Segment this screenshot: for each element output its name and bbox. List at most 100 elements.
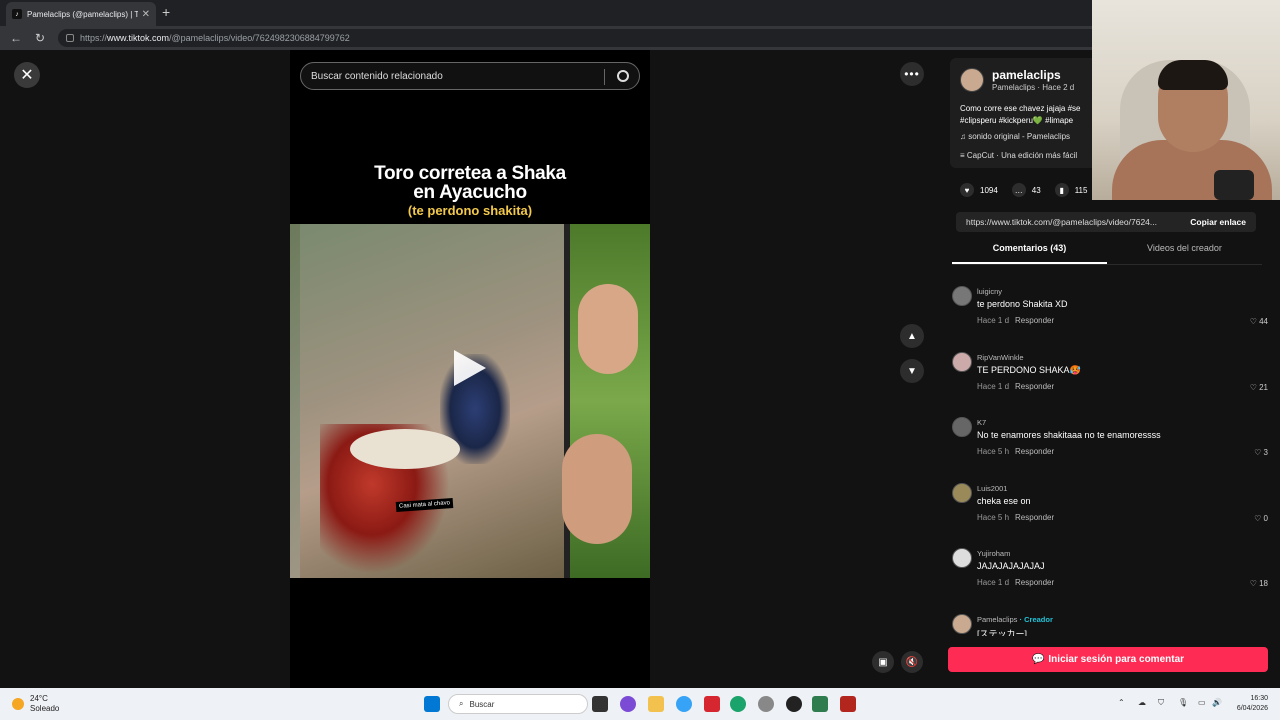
app-icon[interactable] [812, 696, 828, 712]
comment-like[interactable]: ♡ 0 [1254, 514, 1268, 523]
url-field[interactable]: https://www.tiktok.com/@pamelaclips/vide… [58, 29, 1108, 47]
volume-icon[interactable]: 🔊 [1212, 698, 1222, 707]
app-icon[interactable] [840, 696, 856, 712]
share-link[interactable]: https://www.tiktok.com/@pamelaclips/vide… [966, 217, 1157, 227]
comment-meta: Hace 1 d Responder [977, 578, 1054, 587]
reply-button[interactable]: Responder [1015, 382, 1054, 391]
taskbar-search-label: Buscar [469, 699, 495, 709]
chevron-up-icon[interactable]: ⌃ [1118, 698, 1125, 707]
app-icon[interactable] [620, 696, 636, 712]
chevron-up-icon[interactable]: ▲ [900, 324, 924, 348]
sun-icon [12, 698, 24, 710]
edge-browser-icon[interactable] [730, 696, 746, 712]
video-frame[interactable]: Casi mata al chavo [290, 224, 650, 578]
capcut-link[interactable]: ≡ CapCut · Una edición más fácil [960, 151, 1077, 160]
browser-tab-bar: ♪ Pamelaclips (@pamelaclips) | TikTo ✕ + [0, 0, 1280, 26]
video-title: Toro corretea a Shaka en Ayacucho [290, 164, 650, 202]
comment-user[interactable]: Pamelaclips · Creador [977, 615, 1053, 624]
search-separator [604, 69, 605, 85]
app-icon[interactable] [758, 696, 774, 712]
copy-link-button[interactable]: Copiar enlace [1190, 217, 1246, 227]
browser-tab[interactable]: ♪ Pamelaclips (@pamelaclips) | TikTo ✕ [6, 2, 156, 26]
more-icon[interactable]: ••• [900, 62, 924, 86]
play-icon[interactable] [454, 350, 486, 386]
clock-date: 6/04/2026 [1236, 705, 1268, 712]
avatar[interactable] [952, 351, 972, 372]
reload-icon[interactable]: ↻ [32, 31, 48, 45]
file-explorer-icon[interactable] [648, 696, 664, 712]
new-tab-button[interactable]: + [162, 4, 170, 20]
author-subline: Pamelaclips · Hace 2 d [992, 83, 1075, 92]
music-link[interactable]: ♫ sonido original - Pamelaclips [960, 132, 1070, 141]
avatar[interactable] [952, 613, 972, 634]
login-to-comment-button[interactable]: 💬 Iniciar sesión para comentar [948, 647, 1268, 672]
mute-icon[interactable]: 🔇 [901, 651, 923, 673]
microphone-icon [1214, 170, 1254, 200]
save-button[interactable]: ▮ 115 [1054, 183, 1087, 197]
author-username[interactable]: pamelaclips [992, 68, 1061, 82]
comment-text: te perdono Shakita XD [977, 299, 1068, 309]
chevron-down-icon[interactable]: ▼ [900, 359, 924, 383]
search-icon[interactable] [617, 70, 629, 82]
comment-item: K7 No te enamores shakitaaa no te enamor… [952, 417, 1268, 483]
comment-like[interactable]: ♡ 18 [1250, 579, 1268, 588]
avatar[interactable] [952, 548, 972, 569]
task-view-icon[interactable] [592, 696, 608, 712]
comment-time: Hace 1 d [977, 578, 1010, 588]
avatar[interactable] [960, 68, 984, 92]
comment-button[interactable]: … 43 [1011, 183, 1041, 197]
related-search-input[interactable]: Buscar contenido relacionado [300, 62, 640, 90]
microphone-icon[interactable]: 🎙 [1178, 698, 1188, 707]
heart-icon: ♥ [960, 183, 974, 197]
comment-user[interactable]: K7 [977, 418, 986, 427]
network-icon[interactable]: ▭ [1198, 698, 1206, 707]
clock[interactable]: 16:30 6/04/2026 [1237, 694, 1268, 714]
like-button[interactable]: ♥ 1094 [960, 183, 998, 197]
tab-title: Pamelaclips (@pamelaclips) | TikTo [27, 9, 138, 19]
login-button-label: Iniciar sesión para comentar [1048, 654, 1185, 665]
windows-taskbar: 24°C Soleado ⌕ Buscar ⌃ ☁ ⛉ 🎙 ▭ 🔊 16:30 … [0, 688, 1280, 720]
close-icon[interactable]: ✕ [14, 62, 40, 88]
comment-user[interactable]: RipVanWinkle [977, 353, 1024, 362]
tab-creator-videos[interactable]: Videos del creador [1107, 243, 1262, 253]
reply-button[interactable]: Responder [1015, 316, 1054, 325]
back-icon[interactable]: ← [8, 31, 24, 45]
comment-like[interactable]: ♡ 44 [1250, 317, 1268, 326]
tab-close-icon[interactable]: ✕ [142, 9, 150, 20]
taskbar-search[interactable]: ⌕ Buscar [448, 694, 588, 714]
weather-widget[interactable]: 24°C Soleado [12, 694, 59, 714]
creator-badge: · Creador [1019, 614, 1053, 624]
avatar[interactable] [952, 417, 972, 438]
avatar[interactable] [952, 482, 972, 503]
comment-user[interactable]: Yujiroham [977, 549, 1010, 558]
app-icon[interactable] [704, 696, 720, 712]
chrome-icon[interactable] [786, 696, 802, 712]
windows-icon[interactable] [424, 696, 440, 712]
tab-comments[interactable]: Comentarios (43) [952, 243, 1107, 253]
url-host: www.tiktok.com [107, 33, 170, 43]
app-icon[interactable] [676, 696, 692, 712]
desc-line2: #clipsperu #kickperu💚 #limape [960, 116, 1074, 125]
site-info-icon[interactable] [66, 34, 74, 42]
security-icon[interactable]: ⛉ [1158, 698, 1164, 708]
reply-button[interactable]: Responder [1015, 447, 1054, 456]
search-placeholder: Buscar contenido relacionado [311, 70, 443, 82]
comment-list: luigicny te perdono Shakita XD Hace 1 d R… [952, 286, 1268, 636]
comment-like[interactable]: ♡ 3 [1254, 448, 1268, 457]
comment-item: Luis2001 cheka ese on Hace 5 h Responder … [952, 482, 1268, 549]
comment-text: cheka ese on [977, 495, 1031, 506]
reply-button[interactable]: Responder [1015, 513, 1054, 522]
comment-text: [ステッカー] [977, 628, 1028, 636]
comment-count: 43 [1031, 185, 1041, 195]
comment-user[interactable]: Luis2001 [977, 484, 1007, 493]
finger-figure [562, 434, 632, 544]
url-path: /@pamelaclips/video/7624982306884799762 [169, 33, 350, 43]
reply-button[interactable]: Responder [1015, 578, 1054, 587]
comment-user[interactable]: luigicny [977, 287, 1002, 296]
floating-player-icon[interactable]: ▣ [872, 651, 894, 673]
avatar[interactable] [952, 286, 972, 306]
video-subtitle: (te perdono shakita) [407, 203, 533, 218]
cloud-icon[interactable]: ☁ [1138, 698, 1146, 707]
comment-like[interactable]: ♡ 21 [1250, 383, 1268, 392]
comment-item: luigicny te perdono Shakita XD Hace 1 d R… [952, 286, 1268, 352]
